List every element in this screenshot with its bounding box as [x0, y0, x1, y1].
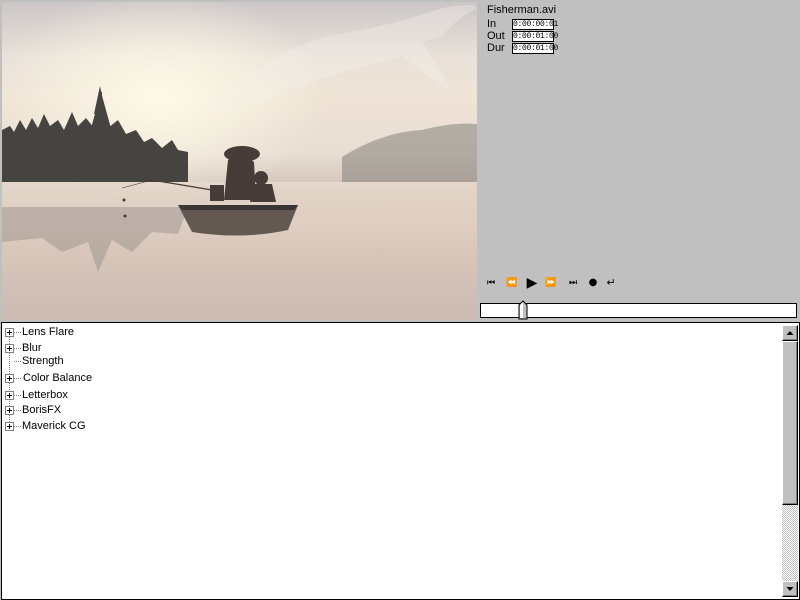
video-preview: [2, 2, 477, 320]
tree-item-label: Strength: [22, 355, 64, 367]
expand-plus-icon[interactable]: [5, 374, 14, 383]
duration-timecode-row: Dur 0:00:01:00: [487, 42, 567, 54]
tree-item-color-balance[interactable]: Color Balance: [2, 371, 302, 385]
tree-item-label: Lens Flare: [22, 326, 74, 338]
tree-item-lens-flare[interactable]: Lens Flare: [2, 325, 302, 339]
tree-item-letterbox[interactable]: Letterbox: [2, 388, 302, 402]
tree-item-label: Letterbox: [22, 389, 68, 401]
loop-icon[interactable]: ↵: [602, 275, 620, 291]
out-label: Out: [487, 30, 505, 42]
scrubber-handle[interactable]: [518, 300, 528, 320]
out-timecode-row: Out 0:00:01:00: [487, 30, 567, 42]
tree-item-label: Blur: [22, 342, 42, 354]
timeline-scrubber[interactable]: [480, 300, 797, 320]
tree-item-label: Color Balance: [23, 372, 93, 384]
step-forward-icon[interactable]: ⏩: [542, 275, 560, 291]
step-back-icon[interactable]: ⏪: [503, 275, 521, 291]
duration-timecode-field[interactable]: 0:00:01:00: [512, 43, 558, 54]
skip-to-end-icon[interactable]: ⏭: [564, 275, 582, 291]
expand-plus-icon[interactable]: [5, 406, 14, 415]
tree-item-borisfx[interactable]: BorisFX: [2, 403, 302, 417]
skip-to-start-icon[interactable]: ⏮: [482, 275, 500, 291]
tree-item-blur[interactable]: Blur: [2, 341, 302, 355]
scroll-up-button[interactable]: [782, 325, 798, 341]
expand-plus-icon[interactable]: [5, 422, 14, 431]
expand-plus-icon[interactable]: [5, 391, 14, 400]
in-timecode-row: In 0:00:00:01: [487, 18, 567, 30]
arrow-down-icon: [786, 587, 794, 591]
scroll-thumb[interactable]: [782, 341, 798, 505]
vertical-scrollbar[interactable]: [782, 325, 798, 597]
duration-label: Dur: [487, 42, 505, 54]
arrow-up-icon: [786, 331, 794, 335]
record-icon[interactable]: ●: [584, 275, 602, 291]
in-timecode-field[interactable]: 0:00:00:01: [512, 19, 558, 30]
clip-filename: Fisherman.avi: [487, 4, 557, 16]
effects-tree: Lens Flare Blur Strength Color Balance L…: [1, 322, 800, 600]
expand-plus-icon[interactable]: [5, 344, 14, 353]
tree-item-label: BorisFX: [22, 404, 62, 416]
tree-item-maverick-cg[interactable]: Maverick CG: [2, 419, 302, 433]
transport-controls: ⏮ ⏪ ▶ ⏩ ⏭ ● ↵: [478, 275, 638, 293]
expand-plus-icon[interactable]: [5, 328, 14, 337]
tree-item-label: Maverick CG: [22, 420, 86, 432]
preview-frame-image: [2, 2, 477, 320]
scroll-down-button[interactable]: [782, 581, 798, 597]
clip-info-panel: Fisherman.avi In 0:00:00:01 Out 0:00:01:…: [478, 0, 800, 320]
in-label: In: [487, 18, 497, 30]
out-timecode-field[interactable]: 0:00:01:00: [512, 31, 558, 42]
tree-item-strength[interactable]: Strength: [2, 354, 302, 368]
play-icon[interactable]: ▶: [523, 275, 541, 291]
